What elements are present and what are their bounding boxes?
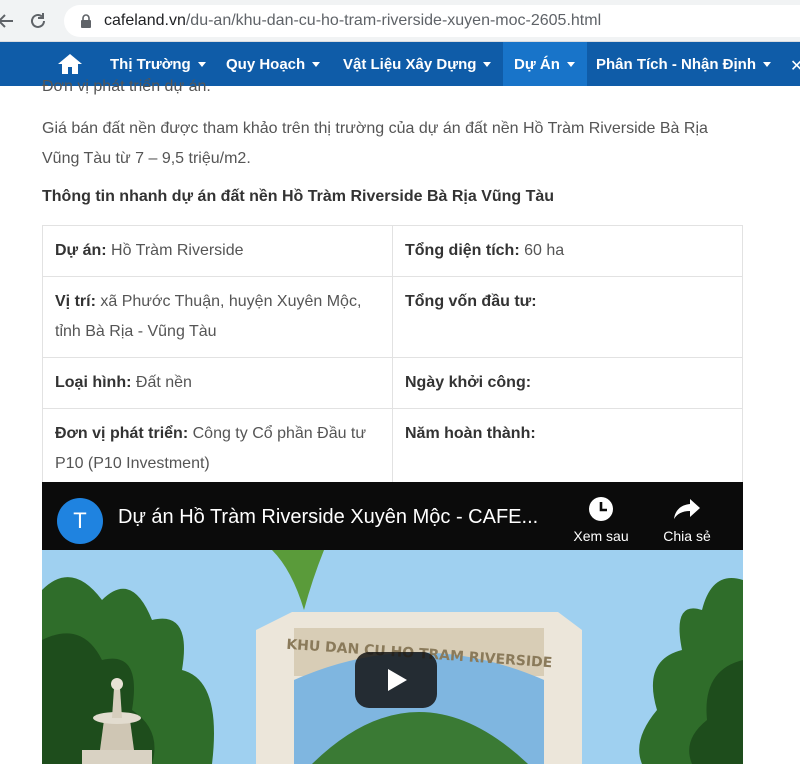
nav-item-quy-hoach[interactable]: Quy Hoạch (226, 42, 321, 86)
play-button[interactable] (355, 652, 437, 708)
chevron-down-icon (763, 61, 771, 67)
table-cell: Đơn vị phát triển: Công ty Cổ phần Đầu t… (42, 408, 393, 490)
table-row: Dự án: Hồ Tràm Riverside Tổng diện tích:… (42, 225, 743, 277)
chevron-down-icon (312, 61, 321, 67)
project-info-table: Dự án: Hồ Tràm Riverside Tổng diện tích:… (42, 225, 743, 490)
chevron-down-icon (483, 61, 492, 67)
reload-icon[interactable] (26, 9, 50, 33)
browser-toolbar: cafeland.vn/du-an/khu-dan-cu-ho-tram-riv… (0, 0, 800, 42)
lock-icon (81, 14, 91, 28)
video-header: T Dự án Hồ Tràm Riverside Xuyên Mộc - CA… (42, 482, 743, 550)
table-cell: Năm hoàn thành: (392, 408, 743, 490)
address-bar[interactable]: cafeland.vn/du-an/khu-dan-cu-ho-tram-riv… (64, 5, 800, 37)
nav-item-du-an[interactable]: Dự Án (503, 42, 587, 86)
channel-avatar[interactable]: T (57, 498, 103, 544)
table-row: Đơn vị phát triển: Công ty Cổ phần Đầu t… (42, 408, 743, 490)
table-cell: Ngày khởi công: (392, 357, 743, 409)
play-icon (388, 669, 407, 691)
chevron-down-icon (566, 61, 575, 67)
table-cell: Loại hình: Đất nền (42, 357, 393, 409)
clipped-text-line: Đơn vị phát triển dự án. (42, 78, 211, 95)
chevron-down-icon (197, 61, 206, 67)
share-arrow-icon (674, 499, 700, 519)
table-row: Vị trí: xã Phước Thuận, huyện Xuyên Mộc,… (42, 276, 743, 358)
video-title[interactable]: Dự án Hồ Tràm Riverside Xuyên Mộc - CAFE… (118, 506, 538, 529)
back-arrow-icon[interactable] (0, 9, 18, 33)
table-cell: Tổng vốn đầu tư: (392, 276, 743, 358)
embedded-video[interactable]: T Dự án Hồ Tràm Riverside Xuyên Mộc - CA… (42, 482, 743, 764)
section-heading: Thông tin nhanh dự án đất nền Hồ Tràm Ri… (42, 188, 555, 205)
nav-item-vat-lieu[interactable]: Vật Liệu Xây Dựng (343, 42, 492, 86)
watch-later-button[interactable]: Xem sau (566, 496, 636, 544)
home-icon[interactable] (56, 52, 84, 76)
address-url[interactable]: cafeland.vn/du-an/khu-dan-cu-ho-tram-riv… (104, 12, 601, 30)
table-row: Loại hình: Đất nền Ngày khởi công: (42, 357, 743, 409)
price-paragraph: Giá bán đất nền được tham khảo trên thị … (42, 120, 708, 167)
close-icon[interactable]: ✕ (790, 56, 800, 76)
clock-icon (589, 497, 613, 521)
table-cell: Dự án: Hồ Tràm Riverside (42, 225, 393, 277)
share-button[interactable]: Chia sẻ (652, 496, 722, 544)
table-cell: Vị trí: xã Phước Thuận, huyện Xuyên Mộc,… (42, 276, 393, 358)
nav-item-phan-tich[interactable]: Phân Tích - Nhận Định (596, 42, 771, 86)
table-cell: Tổng diện tích: 60 ha (392, 225, 743, 277)
